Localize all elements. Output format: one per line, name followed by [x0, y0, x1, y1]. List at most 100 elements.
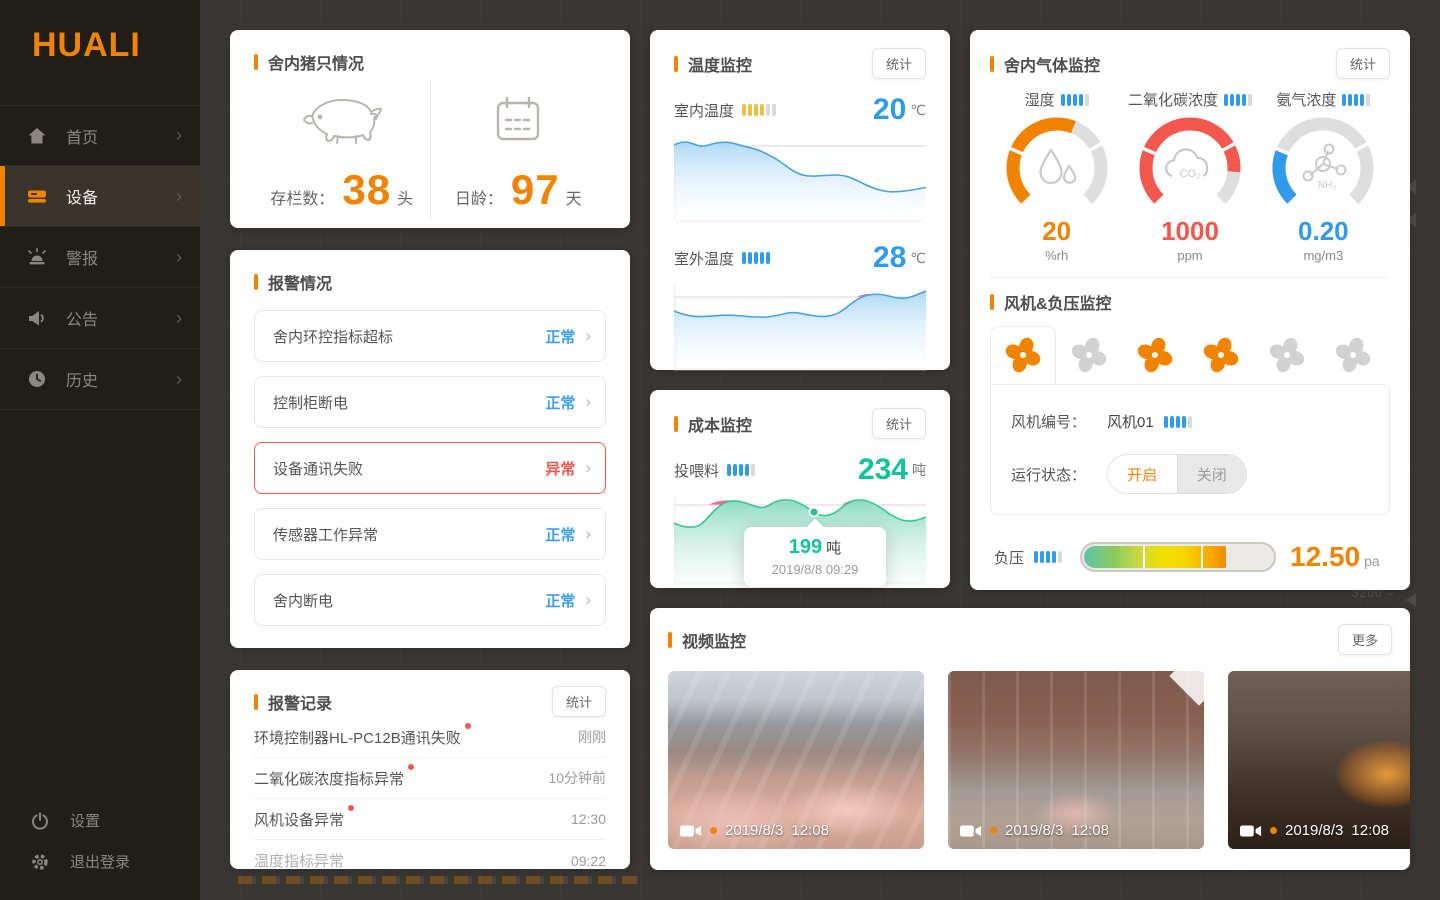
- fan-icon: [1333, 335, 1373, 375]
- alarm-row[interactable]: 舍内环控指标超标 正常 ›: [254, 310, 606, 362]
- chevron-right-icon: ›: [176, 369, 182, 390]
- log-row[interactable]: 二氧化碳浓度指标异常 10分钟前: [254, 758, 606, 799]
- video-time: 12:08: [1071, 822, 1109, 839]
- alarm-label: 设备通讯失败: [273, 458, 545, 479]
- sidebar-item-label: 设置: [70, 810, 100, 831]
- feed-chart: 199吨 2019/8/8 09:29: [674, 493, 926, 585]
- record-dot: [710, 827, 717, 834]
- sidebar-item-device[interactable]: 设备 ›: [0, 166, 200, 227]
- fan-detail-panel: 风机编号： 风机01 运行状态： 开启 关闭: [990, 384, 1390, 515]
- pressure-label: 负压: [994, 547, 1024, 568]
- background-arrow-decor: [1406, 593, 1416, 607]
- stats-button[interactable]: 统计: [872, 48, 926, 79]
- fan-tab-1[interactable]: [990, 326, 1056, 384]
- age-stat: 日龄： 97 天: [430, 80, 607, 220]
- video-thumbnail-3[interactable]: 2019/8/3 12:08: [1228, 671, 1410, 849]
- age-label: 日龄：: [455, 185, 503, 209]
- stats-button[interactable]: 统计: [1336, 48, 1390, 79]
- alarm-label: 舍内断电: [273, 590, 545, 611]
- pressure-unit: pa: [1364, 553, 1380, 573]
- feed-label: 投喂料: [674, 460, 719, 481]
- sidebar-item-logout[interactable]: 退出登录: [0, 841, 200, 882]
- alarm-list: 舍内环控指标超标 正常 › 控制柜断电 正常 › 设备通讯失败 异常 › 传感器…: [254, 310, 606, 626]
- fan-tab-6[interactable]: [1320, 326, 1386, 384]
- title-accent-bar: [668, 632, 672, 648]
- card-title: 报警情况: [268, 270, 332, 294]
- log-row[interactable]: 环境控制器HL-PC12B通讯失败 刚刚: [254, 717, 606, 758]
- sidebar-nav: 首页 › 设备 › 警报 › 公告 ›: [0, 105, 200, 410]
- fan-tab-5[interactable]: [1254, 326, 1320, 384]
- outdoor-temp-unit: ℃: [910, 250, 926, 267]
- card-title-row: 舍内猪只情况: [254, 50, 606, 74]
- status-badge: 正常: [545, 590, 575, 611]
- stock-unit: 头: [397, 185, 413, 209]
- sidebar-item-home[interactable]: 首页 ›: [0, 105, 200, 166]
- announcement-icon: [26, 307, 48, 329]
- brand-logo: HUALI: [0, 0, 200, 65]
- card-title-row: 报警情况: [254, 270, 606, 294]
- alarm-row[interactable]: 设备通讯失败 异常 ›: [254, 442, 606, 494]
- video-thumbnail-1[interactable]: 2019/8/3 12:08: [668, 671, 924, 849]
- feed-value: 234: [858, 453, 908, 487]
- record-dot: [1270, 827, 1277, 834]
- outdoor-temp-chart: [674, 281, 926, 371]
- indoor-temp-label: 室内温度: [674, 100, 734, 121]
- card-title-row: 成本监控 统计: [674, 408, 926, 439]
- alarm-log-list: 环境控制器HL-PC12B通讯失败 刚刚 二氧化碳浓度指标异常 10分钟前 风机…: [254, 717, 606, 881]
- fan-tab-3[interactable]: [1122, 326, 1188, 384]
- fan-tab-4[interactable]: [1188, 326, 1254, 384]
- sidebar-item-history[interactable]: 历史 ›: [0, 349, 200, 410]
- indoor-temp-chart: [674, 133, 926, 223]
- log-row[interactable]: 温度指标异常 09:22: [254, 840, 606, 881]
- alarm-row[interactable]: 传感器工作异常 正常 ›: [254, 508, 606, 560]
- video-time: 12:08: [791, 822, 829, 839]
- chevron-right-icon: ›: [585, 326, 591, 346]
- stock-label: 存栏数：: [270, 185, 334, 209]
- sidebar-item-announcement[interactable]: 公告 ›: [0, 288, 200, 349]
- stats-button[interactable]: 统计: [872, 408, 926, 439]
- history-icon: [26, 368, 48, 390]
- humidity-gauge: 湿度 20 %rh: [990, 89, 1123, 263]
- video-date: 2019/8/3: [725, 822, 783, 839]
- card-title-row: 视频监控 更多: [668, 624, 1392, 655]
- svg-text:NH₃: NH₃: [1318, 180, 1337, 191]
- unread-dot: [465, 723, 471, 729]
- video-overlay: 2019/8/3 12:08: [680, 822, 829, 839]
- indoor-temp-unit: ℃: [910, 102, 926, 119]
- sidebar-item-settings[interactable]: 设置: [0, 800, 200, 841]
- fan-number-value: 风机01: [1107, 411, 1154, 432]
- run-status-toggle[interactable]: 开启 关闭: [1107, 454, 1247, 494]
- alarm-row[interactable]: 控制柜断电 正常 ›: [254, 376, 606, 428]
- log-label: 风机设备异常: [254, 809, 344, 830]
- sidebar-item-alarm[interactable]: 警报 ›: [0, 227, 200, 288]
- title-accent-bar: [990, 294, 994, 310]
- fan-icon: [1069, 335, 1109, 375]
- video-thumbnail-2[interactable]: 2019/8/3 12:08: [948, 671, 1204, 849]
- chevron-right-icon: ›: [585, 392, 591, 412]
- alarm-row[interactable]: 舍内断电 正常 ›: [254, 574, 606, 626]
- fan-tab-row: [990, 326, 1390, 384]
- toggle-on-option[interactable]: 开启: [1108, 455, 1177, 493]
- sidebar-item-label: 设备: [66, 184, 176, 208]
- signal-bars: [1061, 94, 1089, 106]
- title-accent-bar: [674, 416, 678, 432]
- indoor-temp-value: 20: [873, 93, 906, 127]
- camera-icon: [960, 824, 982, 838]
- signal-bars: [742, 104, 776, 116]
- video-strip: 2019/8/3 12:08 2019/8/3 12:08 2019/8/3 1…: [668, 671, 1410, 849]
- more-button[interactable]: 更多: [1338, 624, 1392, 655]
- tooltip-datetime: 2019/8/8 09:29: [750, 562, 880, 577]
- toggle-off-option[interactable]: 关闭: [1177, 455, 1247, 493]
- stats-button[interactable]: 统计: [552, 686, 606, 717]
- chart-tooltip: 199吨 2019/8/8 09:29: [744, 527, 886, 587]
- fan-tab-2[interactable]: [1056, 326, 1122, 384]
- temperature-card: 温度监控 统计 室内温度 20 ℃ 室外温度 28 ℃: [650, 30, 950, 370]
- gauge-label: 湿度: [1025, 89, 1055, 110]
- fan-icon: [1201, 335, 1241, 375]
- log-row[interactable]: 风机设备异常 12:30: [254, 799, 606, 840]
- co2-gauge: 二氧化碳浓度 CO₂ 1000 ppm: [1123, 89, 1256, 263]
- log-label: 二氧化碳浓度指标异常: [254, 768, 404, 789]
- chevron-right-icon: ›: [176, 125, 182, 146]
- log-time: 12:30: [571, 811, 606, 827]
- pressure-row: 负压 12.50 pa: [990, 541, 1390, 573]
